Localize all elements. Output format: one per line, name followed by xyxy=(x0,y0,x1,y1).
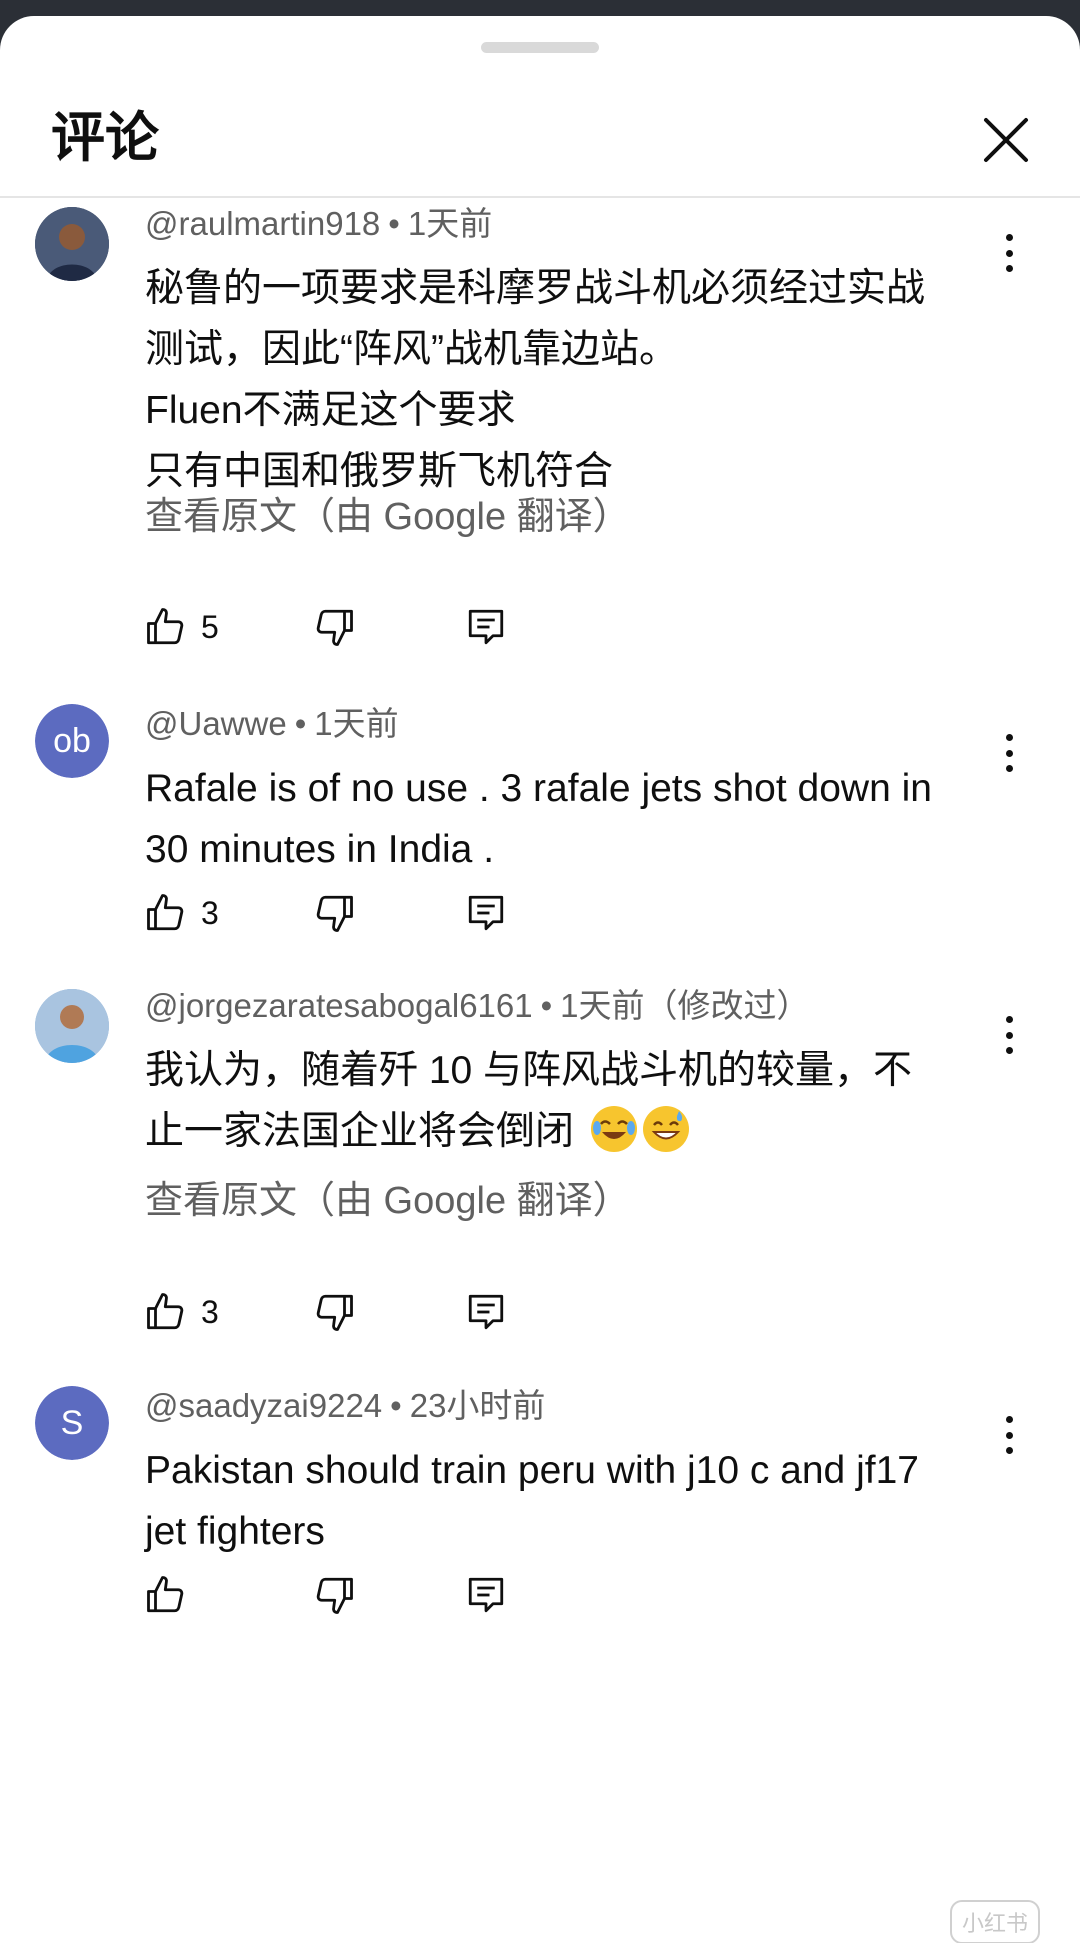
meta-separator: • xyxy=(540,987,553,1024)
comment-text: Pakistan should train peru with j10 c an… xyxy=(145,1440,1005,1562)
reply-comment-icon xyxy=(468,1294,504,1330)
reply-comment-icon xyxy=(468,1577,504,1613)
reply-comment-icon xyxy=(468,609,504,645)
see-original-link[interactable]: 查看原文（由 Google 翻译） xyxy=(145,492,631,542)
dislike-button[interactable] xyxy=(313,1570,355,1620)
comment-line: jet fighters xyxy=(145,1510,325,1553)
comment-actions: 5 xyxy=(145,602,545,652)
comment-author[interactable]: @raulmartin918 xyxy=(145,205,380,242)
more-vert-icon xyxy=(1005,1416,1013,1423)
comment-meta: @jorgezaratesabogal6161 • 1天前（修改过） xyxy=(145,984,810,1028)
comment-text: 我认为，随着歼 10 与阵风战斗机的较量，不 止一家法国企业将会倒闭 xyxy=(145,1040,1005,1162)
comment-author[interactable]: @Uawwe xyxy=(145,705,287,742)
close-button[interactable] xyxy=(980,114,1032,166)
comment-meta: @saadyzai9224 • 23小时前 xyxy=(145,1384,545,1428)
thumbs-down-icon xyxy=(316,895,353,932)
comment-line: 30 minutes in India . xyxy=(145,828,495,871)
comment-line-with-emoji: 止一家法国企业将会倒闭 xyxy=(145,1101,1005,1162)
avatar[interactable]: S xyxy=(35,1386,109,1460)
comment-time: 23小时前 xyxy=(409,1387,546,1424)
header-divider xyxy=(0,196,1080,198)
thumbs-down-icon xyxy=(316,1294,353,1331)
like-count: 3 xyxy=(201,1293,219,1330)
comment-time: 1天前 xyxy=(560,987,645,1024)
comment-time: 1天前 xyxy=(314,705,399,742)
thumbs-up-icon xyxy=(147,608,184,645)
user-photo-icon xyxy=(35,989,109,1063)
dislike-button[interactable] xyxy=(313,888,355,938)
comment-actions xyxy=(145,1570,545,1620)
more-vert-icon xyxy=(1005,1016,1013,1023)
page-title: 评论 xyxy=(51,106,159,169)
avatar[interactable] xyxy=(35,989,109,1063)
comment-line: 止一家法国企业将会倒闭 xyxy=(145,1110,575,1153)
reply-button[interactable] xyxy=(465,1287,507,1337)
avatar-text: S xyxy=(60,1403,84,1442)
comment-actions: 3 xyxy=(145,888,545,938)
comment-text: 秘鲁的一项要求是科摩罗战斗机必须经过实战 测试，因此“阵风”战机靠边站。 Flu… xyxy=(145,258,1005,502)
avatar-initials: ob xyxy=(35,704,109,778)
comment-meta: @Uawwe • 1天前 xyxy=(145,702,399,746)
like-count: 5 xyxy=(201,608,219,645)
reply-button[interactable] xyxy=(465,602,507,652)
thumbs-down-icon xyxy=(316,609,353,646)
drag-handle[interactable] xyxy=(481,42,599,53)
see-original-link[interactable]: 查看原文（由 Google 翻译） xyxy=(145,1176,631,1226)
comment-actions: 3 xyxy=(145,1287,545,1337)
sheet-header: 评论 xyxy=(0,76,1080,196)
close-icon xyxy=(984,118,1028,162)
comments-sheet: 评论 @raulmartin918 • 1天前 秘鲁的一项要求是科摩罗战斗机必须经过… xyxy=(0,16,1080,1943)
avatar-text: ob xyxy=(53,721,91,760)
comment-text: Rafale is of no use . 3 rafale jets shot… xyxy=(145,758,1005,880)
like-button[interactable] xyxy=(145,1570,187,1620)
comment-time: 1天前 xyxy=(407,205,493,242)
thumbs-down-icon xyxy=(316,1577,353,1614)
comment-author[interactable]: @jorgezaratesabogal6161 xyxy=(145,987,533,1024)
meta-separator: • xyxy=(390,1387,402,1424)
thumbs-up-icon xyxy=(147,894,184,931)
user-photo-icon xyxy=(35,207,109,281)
like-button[interactable]: 5 xyxy=(145,602,219,652)
dislike-button[interactable] xyxy=(313,1287,355,1337)
edited-label: （修改过） xyxy=(644,987,810,1024)
avatar[interactable] xyxy=(35,207,109,281)
like-button[interactable]: 3 xyxy=(145,1287,219,1337)
reply-comment-icon xyxy=(468,895,504,931)
like-button[interactable]: 3 xyxy=(145,888,219,938)
avatar-initials: S xyxy=(35,1386,109,1460)
face-with-tears-of-joy-icon xyxy=(590,1106,637,1152)
comment-line: Rafale is of no use . 3 rafale jets shot… xyxy=(145,767,932,810)
thumbs-up-icon xyxy=(147,1293,184,1330)
comment-line: Pakistan should train peru with j10 c an… xyxy=(145,1449,919,1492)
more-vert-icon xyxy=(1005,234,1013,241)
like-count: 3 xyxy=(201,894,219,931)
meta-separator: • xyxy=(294,705,307,742)
meta-separator: • xyxy=(388,205,400,242)
comment-line: 测试，因此“阵风”战机靠边站。 xyxy=(145,328,678,371)
comment-line: 我认为，随着歼 10 与阵风战斗机的较量，不 xyxy=(145,1049,913,1092)
grinning-face-with-sweat-icon xyxy=(642,1106,689,1152)
watermark: 小红书 xyxy=(950,1900,1041,1943)
reply-button[interactable] xyxy=(465,1570,507,1620)
dislike-button[interactable] xyxy=(313,602,355,652)
more-vert-icon xyxy=(1005,734,1013,741)
avatar[interactable]: ob xyxy=(35,704,109,778)
comment-meta: @raulmartin918 • 1天前 xyxy=(145,202,492,246)
comment-line: 秘鲁的一项要求是科摩罗战斗机必须经过实战 xyxy=(145,267,926,310)
comment-author[interactable]: @saadyzai9224 xyxy=(145,1387,382,1424)
comment-line: Fluen不满足这个要求 xyxy=(145,389,516,432)
reply-button[interactable] xyxy=(465,888,507,938)
thumbs-up-icon xyxy=(147,1576,184,1613)
